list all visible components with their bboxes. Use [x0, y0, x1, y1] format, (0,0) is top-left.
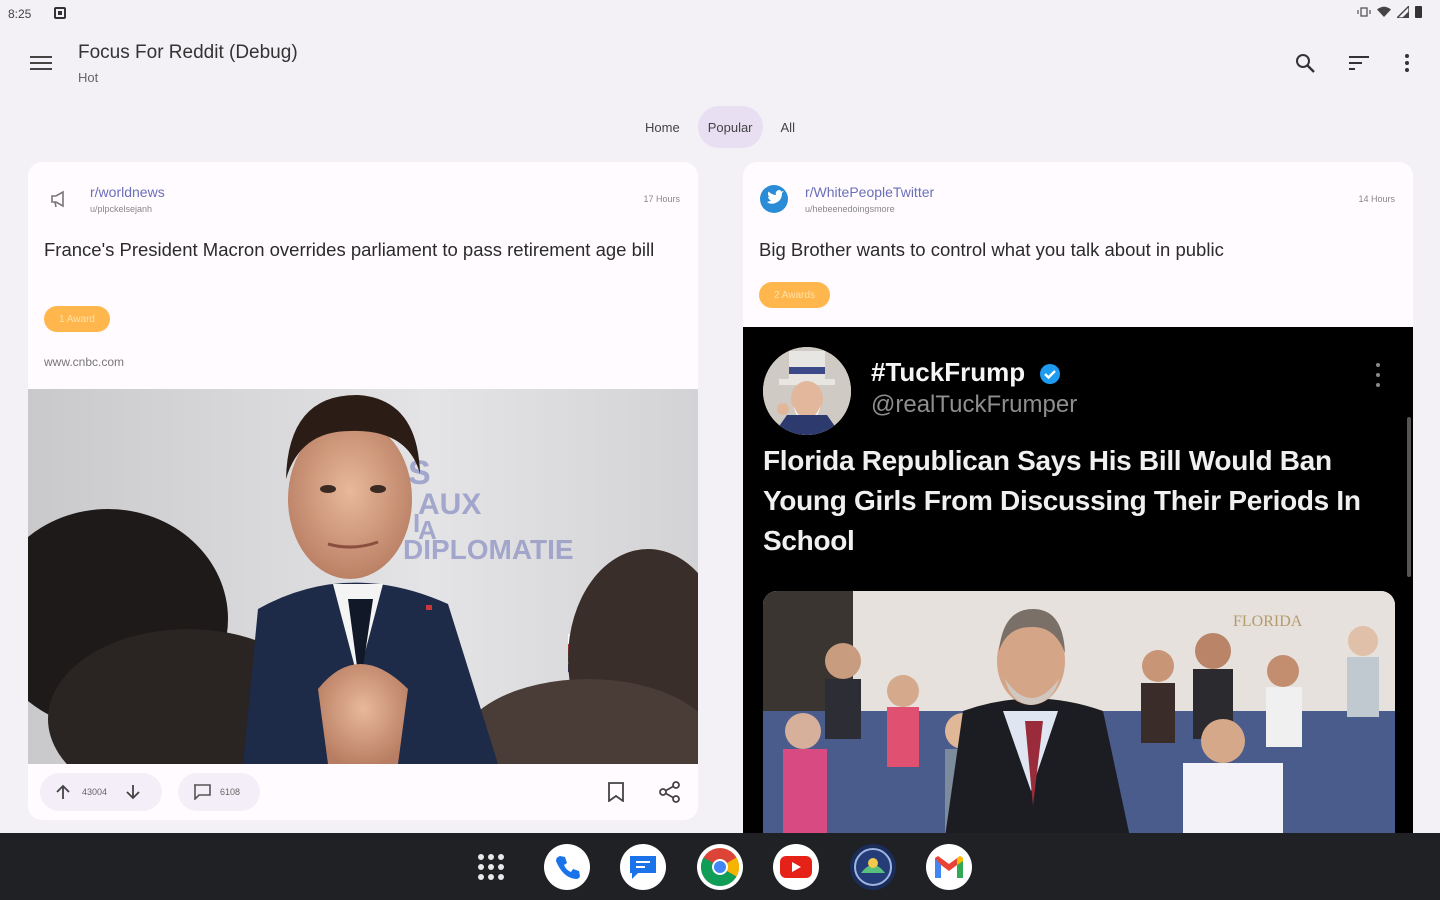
florida-hearing-photo: FLORIDA: [763, 591, 1395, 834]
verified-badge-icon: [1040, 364, 1060, 384]
svg-text:FLORIDA: FLORIDA: [1233, 613, 1303, 630]
upvote-button[interactable]: [52, 781, 74, 803]
svg-text:S: S: [408, 454, 431, 492]
score: 43004: [82, 787, 108, 797]
status-time: 8:25: [8, 7, 32, 21]
wifi-icon: [1377, 6, 1391, 17]
menu-button[interactable]: [24, 48, 58, 78]
share-icon: [659, 781, 680, 803]
hamburger-icon: [30, 56, 52, 70]
messages-app-icon: [630, 856, 656, 879]
vibrate-icon: [1357, 7, 1371, 17]
feed-tabs: Home Popular All: [0, 106, 1440, 148]
post-time: 17 Hours: [643, 194, 680, 204]
bookmark-icon: [608, 782, 624, 802]
gmail-app-icon: [935, 856, 963, 878]
chrome-app-icon: [700, 848, 740, 887]
post-header: r/WhitePeopleTwitter u/hebeenedoingsmore…: [743, 162, 1413, 222]
sort-subtitle: Hot: [78, 70, 99, 85]
tab-all[interactable]: All: [771, 106, 805, 148]
signal-icon: [1397, 6, 1409, 18]
post-actions: 43004 6108: [28, 764, 698, 820]
status-bar: 8:25: [0, 0, 1440, 28]
comments-button[interactable]: 6108: [178, 773, 260, 811]
arrow-up-icon: [56, 784, 70, 799]
post-title[interactable]: France's President Macron overrides parl…: [44, 238, 664, 262]
link-domain[interactable]: www.cnbc.com: [44, 355, 124, 369]
taskbar: [0, 833, 1440, 900]
vote-pill: 43004: [40, 773, 162, 811]
sort-button[interactable]: [1344, 48, 1374, 78]
apps-grid-button[interactable]: [468, 844, 514, 890]
youtube-app-button[interactable]: [773, 844, 819, 890]
search-icon: [1296, 54, 1315, 73]
focus-reddit-app-icon: [854, 848, 892, 886]
uncle-sam-avatar-drawing: [763, 347, 851, 435]
post-author[interactable]: u/plpckelsejanh: [90, 204, 152, 214]
more-vert-icon: [1373, 363, 1383, 387]
comment-icon: [192, 782, 212, 802]
notification-icon: [54, 7, 66, 19]
tweet-screenshot[interactable]: #TuckFrump @realTuckFrumper Florida Repu…: [743, 327, 1413, 834]
share-button[interactable]: [658, 780, 682, 804]
save-button[interactable]: [604, 780, 628, 804]
sort-icon: [1349, 56, 1369, 70]
more-vert-icon: [1405, 54, 1409, 72]
focus-reddit-app-button[interactable]: [850, 844, 896, 890]
macron-photo-drawing: S AUX A I I DIPLOMATIE: [28, 389, 698, 764]
svg-text:DIPLOMATIE: DIPLOMATIE: [403, 534, 574, 565]
gmail-app-button[interactable]: [926, 844, 972, 890]
subreddit-link[interactable]: r/worldnews: [90, 184, 165, 200]
avatar: [763, 347, 851, 435]
apps-grid-icon: [478, 854, 504, 880]
hearing-photo-drawing: FLORIDA: [763, 591, 1395, 834]
megaphone-icon: [51, 190, 64, 208]
award-badge[interactable]: 2 Awards: [759, 282, 830, 308]
post-time: 14 Hours: [1358, 194, 1395, 204]
post-author[interactable]: u/hebeenedoingsmore: [805, 204, 895, 214]
subreddit-link[interactable]: r/WhitePeopleTwitter: [805, 184, 934, 200]
youtube-app-icon: [780, 856, 812, 878]
arrow-down-icon: [126, 785, 140, 800]
scrollbar: [1407, 417, 1411, 577]
downvote-button[interactable]: [122, 781, 144, 803]
comment-count: 6108: [220, 787, 241, 797]
twitter-bird-icon: [760, 185, 788, 213]
subreddit-icon[interactable]: [759, 184, 789, 214]
tab-popular[interactable]: Popular: [697, 106, 763, 148]
tweet-text: Florida Republican Says His Bill Would B…: [763, 445, 1361, 556]
chrome-app-button[interactable]: [697, 844, 743, 890]
app-title: Focus For Reddit (Debug): [78, 42, 298, 63]
status-icons: [1357, 6, 1422, 18]
tweet-handle: @realTuckFrumper: [871, 391, 1078, 418]
macron-photo[interactable]: S AUX A I I DIPLOMATIE: [28, 389, 698, 764]
app-toolbar: Focus For Reddit (Debug) Hot: [0, 28, 1440, 100]
phone-app-icon: [556, 856, 580, 879]
post-card[interactable]: r/WhitePeopleTwitter u/hebeenedoingsmore…: [743, 162, 1413, 834]
post-card[interactable]: r/worldnews u/plpckelsejanh 17 Hours Fra…: [28, 162, 698, 820]
search-button[interactable]: [1290, 48, 1320, 78]
overflow-menu-button[interactable]: [1392, 48, 1422, 78]
tweet-author-name: #TuckFrump: [871, 357, 1026, 387]
phone-app-button[interactable]: [544, 844, 590, 890]
tab-home[interactable]: Home: [635, 106, 690, 148]
messages-app-button[interactable]: [620, 844, 666, 890]
award-badge[interactable]: 1 Award: [44, 306, 110, 332]
post-header: r/worldnews u/plpckelsejanh 17 Hours: [28, 162, 698, 222]
post-title[interactable]: Big Brother wants to control what you ta…: [759, 238, 1379, 262]
battery-icon: [1415, 6, 1422, 18]
subreddit-icon[interactable]: [44, 184, 74, 214]
